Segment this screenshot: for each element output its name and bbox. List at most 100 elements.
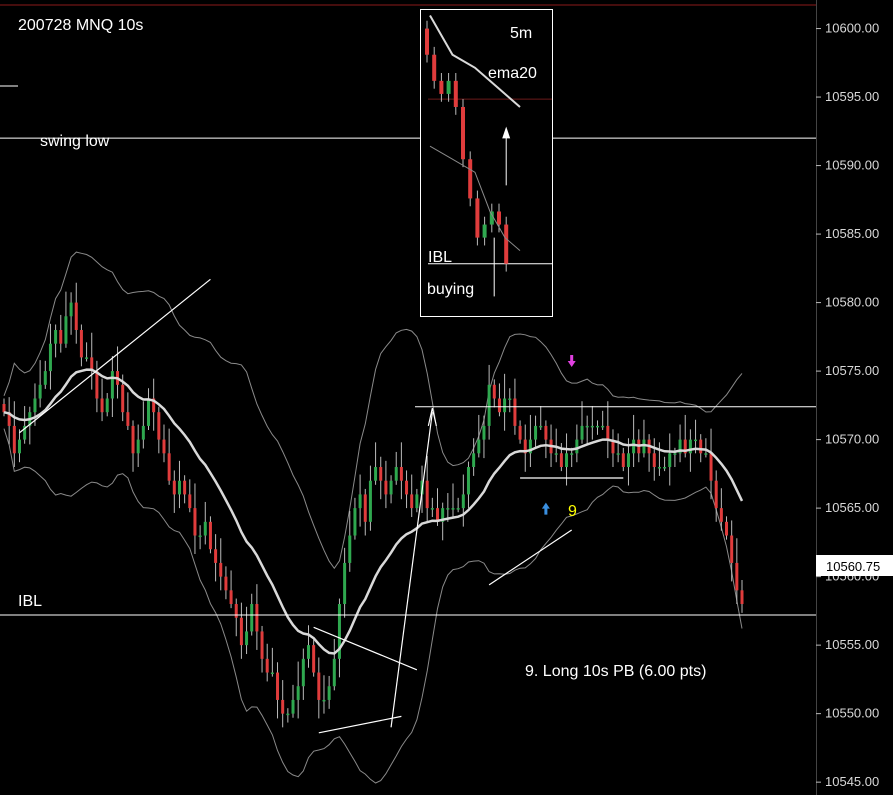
candle-body bbox=[239, 617, 243, 646]
price-tick-label: 10550.00 bbox=[825, 706, 879, 721]
candle-body bbox=[461, 494, 465, 509]
price-tick-label: 10595.00 bbox=[825, 89, 879, 104]
candle-body bbox=[384, 480, 388, 495]
candle-body bbox=[270, 672, 274, 675]
candle-body bbox=[379, 467, 383, 481]
inset-title: 5m bbox=[510, 25, 532, 42]
candle-body bbox=[497, 398, 501, 413]
candle-body bbox=[33, 398, 37, 413]
candle-body bbox=[503, 398, 507, 413]
candle-body bbox=[389, 480, 393, 495]
candle-body bbox=[198, 535, 202, 538]
candle-body bbox=[585, 425, 589, 428]
candle-body bbox=[141, 425, 145, 440]
ibl-label: IBL bbox=[18, 593, 42, 610]
candle-body bbox=[291, 699, 295, 714]
price-tick-label: 10570.00 bbox=[825, 432, 879, 447]
candle-body bbox=[85, 357, 89, 359]
candle-body bbox=[735, 562, 739, 591]
sell-arrow-icon bbox=[567, 354, 576, 367]
inset-candle-body bbox=[453, 80, 458, 107]
chart-title: 200728 MNQ 10s bbox=[18, 17, 143, 34]
candle-body bbox=[663, 467, 667, 469]
price-tick-label: 10575.00 bbox=[825, 363, 879, 378]
candle-body bbox=[358, 494, 362, 509]
inset-candle-body bbox=[497, 211, 501, 225]
candle-body bbox=[48, 343, 52, 372]
inset-candle-body bbox=[439, 80, 444, 94]
price-chart: 10545.0010550.0010555.0010560.0010565.00… bbox=[0, 0, 893, 795]
candles bbox=[2, 282, 744, 728]
candle-body bbox=[575, 439, 579, 454]
inset-candle-body bbox=[468, 159, 473, 199]
price-tick-label: 10580.00 bbox=[825, 295, 879, 310]
candle-body bbox=[621, 453, 625, 468]
candle-body bbox=[580, 425, 584, 440]
candle-body bbox=[312, 645, 316, 673]
candle-body bbox=[466, 467, 470, 495]
inset-candle-body bbox=[482, 224, 487, 238]
candle-body bbox=[508, 398, 512, 400]
candle-body bbox=[281, 699, 285, 714]
candle-body bbox=[306, 645, 310, 659]
candle-body bbox=[296, 686, 300, 700]
candle-body bbox=[570, 453, 574, 455]
price-tick-label: 10585.00 bbox=[825, 226, 879, 241]
price-tick-label: 10545.00 bbox=[825, 774, 879, 789]
candle-body bbox=[332, 658, 336, 687]
candle-body bbox=[725, 521, 729, 536]
candle-body bbox=[224, 576, 228, 591]
inset-candle-body bbox=[475, 198, 480, 238]
trendline-bottom bbox=[318, 715, 402, 734]
candle-body bbox=[472, 453, 476, 468]
candle-body bbox=[430, 508, 434, 510]
upper-band bbox=[3, 251, 743, 570]
signal-number: 9 bbox=[568, 503, 577, 520]
candle-body bbox=[301, 658, 305, 687]
candle-body bbox=[368, 480, 372, 522]
candle-body bbox=[394, 467, 398, 481]
candle-body bbox=[343, 562, 347, 605]
inset-candle-body bbox=[504, 224, 509, 264]
candle-body bbox=[147, 398, 151, 426]
buy-arrow-icon bbox=[541, 502, 550, 515]
trade-label: 9. Long 10s PB (6.00 pts) bbox=[525, 663, 706, 680]
candle-body bbox=[38, 384, 42, 399]
candle-body bbox=[2, 403, 6, 413]
candle-body bbox=[399, 467, 403, 481]
candle-body bbox=[260, 631, 264, 659]
candle-body bbox=[286, 713, 290, 716]
candle-body bbox=[374, 467, 378, 481]
inset-candle-body bbox=[432, 54, 437, 81]
candle-body bbox=[348, 535, 352, 563]
ema-line bbox=[3, 368, 744, 655]
candle-body bbox=[477, 439, 481, 454]
swing-low-label: swing low bbox=[40, 133, 110, 150]
candle-body bbox=[234, 604, 238, 618]
candle-body bbox=[126, 412, 130, 426]
candle-body bbox=[415, 494, 419, 509]
price-tick-label: 10565.00 bbox=[825, 500, 879, 515]
arrow-up-line bbox=[390, 412, 433, 728]
candle-body bbox=[456, 508, 460, 510]
candle-body bbox=[668, 453, 672, 468]
candle-body bbox=[255, 604, 259, 632]
candle-body bbox=[172, 480, 176, 495]
last-price-label: 10560.75 bbox=[826, 559, 880, 574]
candle-body bbox=[740, 590, 744, 605]
candle-body bbox=[219, 562, 223, 577]
candle-body bbox=[482, 425, 486, 440]
candle-body bbox=[110, 371, 114, 399]
candle-body bbox=[95, 371, 99, 399]
inset-ema-label: ema20 bbox=[488, 65, 537, 82]
ema20-line bbox=[3, 368, 744, 655]
candle-body bbox=[208, 521, 212, 550]
lower-band bbox=[3, 428, 743, 784]
candle-body bbox=[167, 453, 171, 481]
candle-body bbox=[317, 672, 321, 700]
candle-body bbox=[327, 686, 331, 700]
price-axis: 10545.0010550.0010555.0010560.0010565.00… bbox=[816, 0, 879, 795]
inset-ibl-label: IBL bbox=[428, 249, 452, 266]
candle-body bbox=[606, 425, 610, 440]
candle-body bbox=[518, 425, 522, 440]
